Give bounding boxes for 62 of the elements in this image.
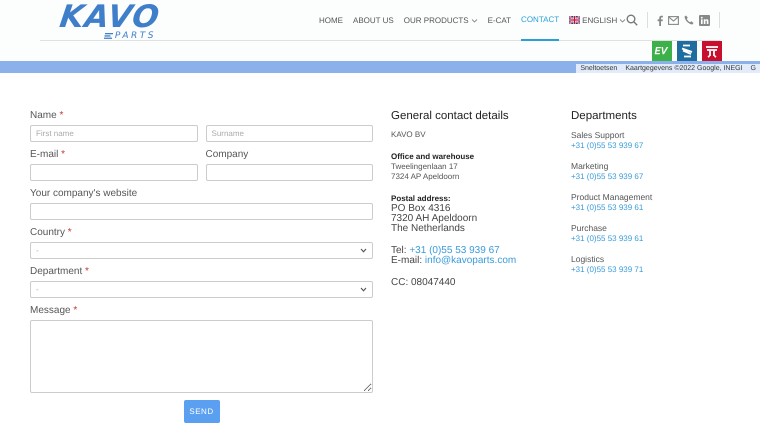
select-dropdown[interactable]: - bbox=[30, 281, 373, 298]
stripes-icon bbox=[104, 33, 113, 39]
email-link[interactable]: info@kavoparts.com bbox=[424, 255, 516, 266]
address-line: The Netherlands bbox=[391, 224, 465, 234]
department-name: Sales Support bbox=[571, 130, 626, 141]
gate-logo-icon[interactable] bbox=[702, 41, 722, 61]
email-line: E-mail: info@kavoparts.com bbox=[391, 256, 518, 266]
text-input[interactable]: First name bbox=[30, 125, 198, 142]
department-name: Logistics bbox=[571, 254, 606, 265]
chamber-of-commerce-number: CC: 08047440 bbox=[391, 278, 456, 288]
phone-link[interactable]: +31 (0)55 53 939 67 bbox=[571, 172, 644, 182]
ev-logo-icon[interactable] bbox=[652, 41, 672, 61]
chevron-down-icon bbox=[360, 287, 367, 292]
department-name: Purchase bbox=[571, 223, 608, 234]
mail-icon[interactable] bbox=[668, 16, 679, 24]
field-label: Message * bbox=[30, 305, 78, 316]
text-input[interactable] bbox=[30, 164, 198, 181]
caret-icon bbox=[470, 18, 478, 22]
address-heading: Office and warehouse bbox=[391, 152, 476, 162]
section-heading: Departments bbox=[571, 109, 638, 123]
department-name: Product Management bbox=[571, 192, 654, 203]
caret-icon bbox=[619, 18, 626, 22]
nav-link[interactable]: HOME bbox=[319, 12, 343, 28]
field-label: Country * bbox=[30, 227, 72, 238]
phone-link[interactable]: +31 (0)55 53 939 67 bbox=[409, 245, 500, 256]
section-heading: General contact details bbox=[391, 109, 510, 123]
linkedin-icon[interactable] bbox=[699, 14, 710, 26]
address-line: PO Box 4316 bbox=[391, 204, 450, 214]
text-input[interactable] bbox=[206, 164, 373, 181]
field-label: Department * bbox=[30, 266, 89, 277]
address-line: 7320 AH Apeldoorn bbox=[391, 214, 478, 224]
field-label: Company bbox=[206, 149, 248, 160]
send-button[interactable]: SEND bbox=[184, 400, 220, 423]
address-line: 7324 AP Apeldoorn bbox=[391, 172, 460, 182]
company-name: KAVO BV bbox=[391, 130, 427, 140]
nav-link[interactable]: E-CAT bbox=[488, 12, 512, 28]
chevron-down-icon bbox=[360, 248, 367, 253]
logo-subtitle: PARTS bbox=[114, 31, 156, 41]
stripes-logo-icon[interactable] bbox=[677, 41, 697, 61]
field-label: E-mail * bbox=[30, 149, 66, 160]
phone-line: Tel: +31 (0)55 53 939 67 bbox=[391, 246, 500, 256]
field-label: Your company's website bbox=[30, 188, 138, 199]
field-label: Name * bbox=[30, 110, 64, 121]
phone-icon[interactable] bbox=[684, 15, 694, 25]
text-input[interactable]: Surname bbox=[206, 125, 373, 142]
department-name: Marketing bbox=[571, 161, 610, 172]
phone-link[interactable]: +31 (0)55 53 939 71 bbox=[571, 265, 644, 275]
select-dropdown[interactable]: - bbox=[30, 242, 373, 259]
facebook-icon[interactable] bbox=[657, 14, 663, 26]
phone-link[interactable]: +31 (0)55 53 939 61 bbox=[571, 203, 644, 213]
nav-link[interactable]: OUR PRODUCTS bbox=[404, 12, 478, 28]
phone-link[interactable]: +31 (0)55 53 939 67 bbox=[571, 141, 644, 151]
logo-wordmark[interactable]: KAVO bbox=[58, 2, 162, 32]
language-menu[interactable]: ENGLISH bbox=[569, 12, 626, 28]
search-icon[interactable] bbox=[626, 14, 638, 26]
address-heading: Postal address: bbox=[391, 194, 452, 204]
nav-link[interactable]: ABOUT US bbox=[353, 12, 394, 28]
phone-link[interactable]: +31 (0)55 53 939 61 bbox=[571, 234, 644, 244]
nav-link[interactable]: CONTACT bbox=[521, 12, 560, 41]
flag-icon bbox=[569, 16, 580, 24]
address-line: Tweelingenlaan 17 bbox=[391, 162, 459, 172]
text-input[interactable] bbox=[30, 203, 373, 220]
